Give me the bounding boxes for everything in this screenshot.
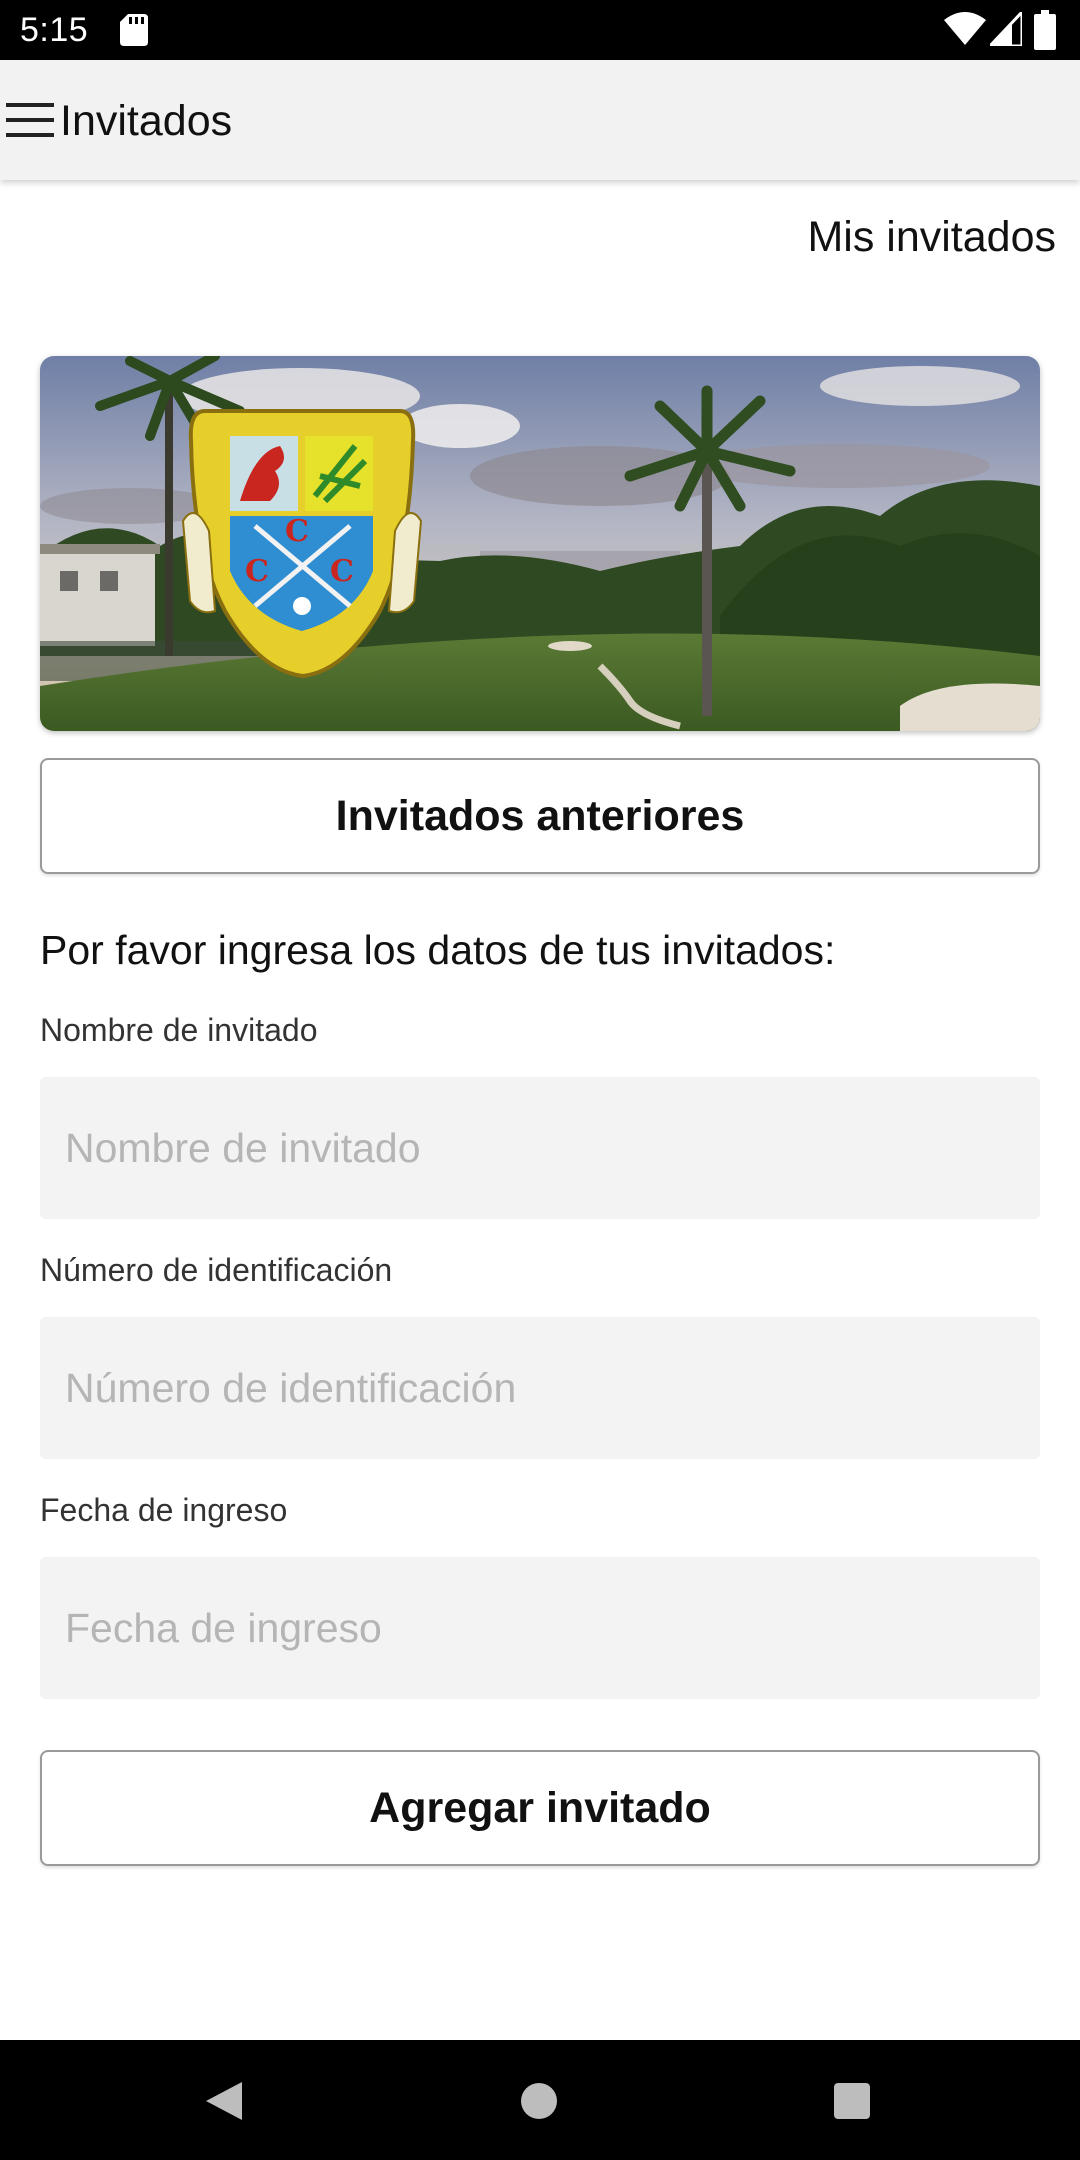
entry-date-label: Fecha de ingreso xyxy=(40,1492,288,1528)
hero-image: C C C xyxy=(40,356,1040,731)
page-title: Invitados xyxy=(60,97,233,145)
sd-card-icon xyxy=(120,14,148,46)
back-icon[interactable] xyxy=(204,2080,244,2122)
id-number-input[interactable] xyxy=(40,1317,1040,1459)
guest-name-field-box xyxy=(40,1077,1040,1219)
svg-text:C: C xyxy=(330,554,354,589)
battery-icon xyxy=(1034,10,1056,50)
signal-icon xyxy=(990,12,1022,46)
hamburger-menu-icon[interactable] xyxy=(6,101,54,139)
add-guest-button[interactable]: Agregar invitado xyxy=(40,1750,1040,1866)
svg-text:C: C xyxy=(285,514,309,549)
guest-name-label: Nombre de invitado xyxy=(40,1012,318,1048)
status-bar: 5:15 xyxy=(0,0,1080,60)
previous-guests-button[interactable]: Invitados anteriores xyxy=(40,758,1040,874)
wifi-icon xyxy=(944,12,986,45)
home-icon[interactable] xyxy=(521,2083,557,2119)
app-bar: Invitados xyxy=(0,60,1080,180)
guest-name-input[interactable] xyxy=(40,1077,1040,1219)
entry-date-field-box xyxy=(40,1557,1040,1699)
svg-text:C: C xyxy=(245,554,269,589)
id-number-label: Número de identificación xyxy=(40,1252,393,1288)
id-number-field-box xyxy=(40,1317,1040,1459)
system-nav-bar xyxy=(0,2040,1080,2160)
mis-invitados-link[interactable]: Mis invitados xyxy=(807,210,1056,264)
form-instructions: Por favor ingresa los datos de tus invit… xyxy=(40,927,836,973)
entry-date-input[interactable] xyxy=(40,1557,1040,1699)
golf-course-banner-illustration: C C C xyxy=(40,356,1040,731)
recents-icon[interactable] xyxy=(834,2083,870,2119)
status-time: 5:15 xyxy=(20,11,89,49)
